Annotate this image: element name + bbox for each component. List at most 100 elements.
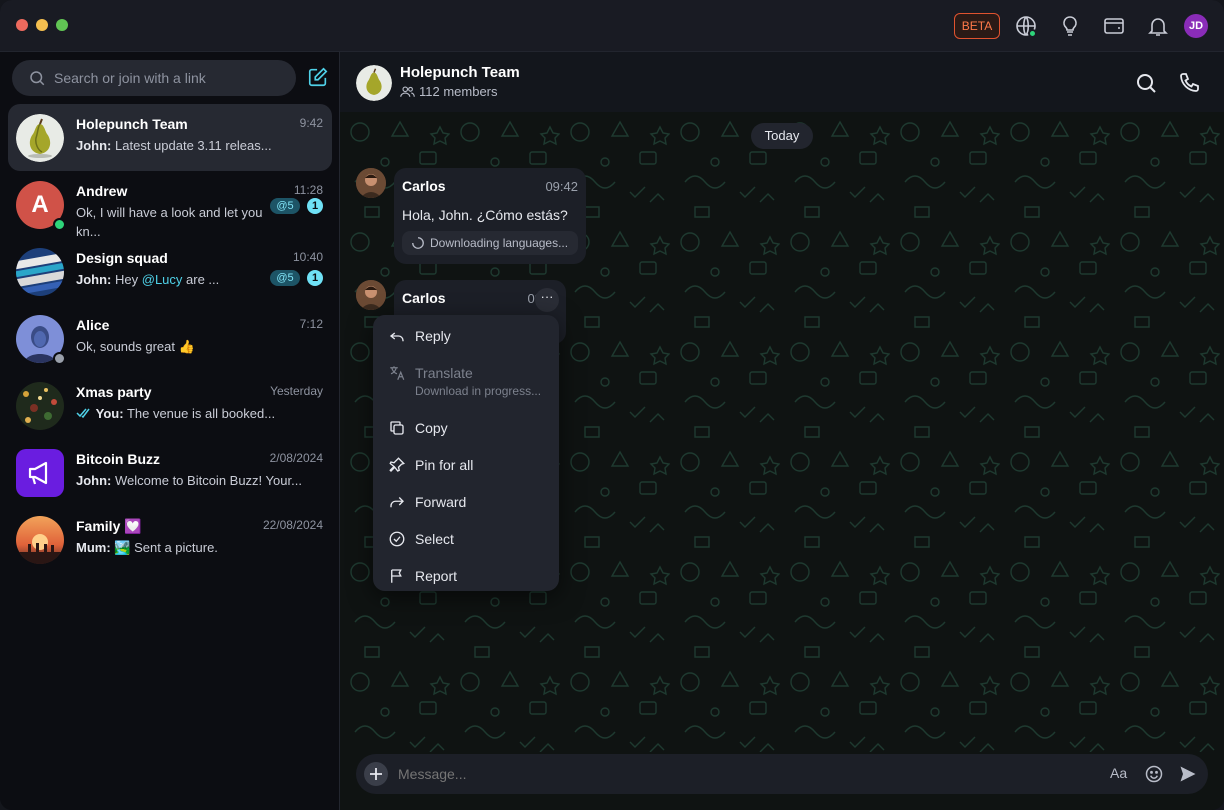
chat-name: Design squad: [76, 250, 168, 266]
mention-link[interactable]: @Lucy: [142, 272, 183, 287]
more-options-button[interactable]: ···: [535, 288, 559, 312]
message-input[interactable]: [398, 766, 1078, 782]
message-context-menu: Reply Translate Download in progress... …: [373, 315, 559, 591]
menu-item-copy[interactable]: Copy: [373, 411, 559, 445]
menu-item-label: Reply: [415, 328, 451, 344]
message-sender[interactable]: Carlos: [402, 290, 446, 306]
avatar: [16, 449, 64, 497]
search-input[interactable]: Search or join with a link: [54, 70, 206, 86]
avatar: [16, 114, 64, 162]
chat-item-andrew[interactable]: A Andrew 11:28 Ok, I will have a look an…: [8, 171, 332, 239]
unread-badge: 1: [307, 270, 323, 286]
menu-item-pin[interactable]: Pin for all: [373, 448, 559, 482]
chat-name: Xmas party: [76, 384, 152, 400]
emoji-icon[interactable]: [1144, 764, 1164, 784]
offline-status-dot: [53, 352, 66, 365]
menu-item-forward[interactable]: Forward: [373, 485, 559, 519]
message-sender[interactable]: Carlos: [402, 178, 446, 194]
search-bar[interactable]: Search or join with a link: [12, 60, 296, 96]
message-composer: Aa: [356, 754, 1208, 794]
chat-name: Alice: [76, 317, 110, 333]
menu-item-label: Translate: [415, 365, 473, 381]
chat-item-bitcoin-buzz[interactable]: Bitcoin Buzz 2/08/2024 John: Welcome to …: [8, 439, 332, 506]
avatar: [16, 248, 64, 296]
user-avatar[interactable]: JD: [1184, 14, 1208, 38]
beta-badge: BETA: [954, 13, 1000, 39]
text-format-button[interactable]: Aa: [1110, 765, 1130, 785]
forward-icon: [390, 497, 404, 508]
online-status-dot: [53, 218, 66, 231]
menu-item-label: Copy: [415, 420, 448, 436]
preview-text: 🏞️ Sent a picture.: [114, 540, 218, 555]
menu-item-select[interactable]: Select: [373, 522, 559, 556]
people-icon: [400, 86, 415, 97]
conversation-title: Holepunch Team: [400, 64, 520, 81]
chat-preview: John: Hey @Lucy are ...: [76, 270, 276, 289]
sender-avatar[interactable]: [356, 168, 386, 198]
check-circle-icon: [389, 531, 405, 547]
copy-icon: [390, 421, 404, 435]
menu-item-report[interactable]: Report: [373, 559, 559, 593]
chat-preview: Ok, I will have a look and let you kn...: [76, 205, 263, 239]
compose-icon[interactable]: [307, 66, 329, 88]
translation-status-text: Downloading languages...: [430, 236, 569, 250]
bell-icon[interactable]: [1146, 14, 1170, 38]
chat-time: 22/08/2024: [262, 518, 323, 532]
menu-item-label: Report: [415, 568, 458, 584]
attach-button[interactable]: [364, 762, 388, 786]
megaphone-icon: [28, 461, 48, 485]
maximize-window-button[interactable]: [56, 19, 68, 31]
mention-badge: @5: [270, 270, 300, 286]
chat-preview: You: The venue is all booked...: [76, 404, 276, 423]
chat-time: 10:40: [292, 250, 323, 264]
read-receipt-icon: [76, 408, 90, 419]
phone-icon[interactable]: [1178, 71, 1202, 95]
chat-item-family[interactable]: Family 💟 22/08/2024 Mum: 🏞️ Sent a pictu…: [8, 506, 332, 573]
app-window: BETA JD Search or join with a link Holep…: [0, 0, 1224, 810]
translation-status: Downloading languages...: [402, 231, 578, 255]
menu-item-label: Pin for all: [415, 457, 474, 473]
chat-name: Family 💟: [76, 518, 142, 534]
member-count-text: 112 members: [419, 84, 498, 99]
chat-item-xmas-party[interactable]: Xmas party Yesterday You: The venue is a…: [8, 372, 332, 439]
message-bubble[interactable]: Carlos 09:42 Hola, John. ¿Cómo estás? Do…: [394, 168, 586, 264]
search-icon[interactable]: [1134, 71, 1158, 95]
chat-time: Yesterday: [270, 384, 323, 398]
wallet-icon[interactable]: [1102, 14, 1126, 38]
unread-badge: 1: [307, 198, 323, 214]
preview-sender: John:: [76, 473, 112, 488]
title-bar: BETA JD: [0, 0, 1224, 52]
chat-item-alice[interactable]: Alice 7:12 Ok, sounds great 👍: [8, 305, 332, 372]
lightbulb-icon[interactable]: [1058, 14, 1082, 38]
message-text: Hola, John. ¿Cómo estás?: [402, 207, 568, 223]
preview-text: Latest update 3.11 releas...: [115, 138, 272, 153]
network-status-dot: [1028, 29, 1037, 38]
chat-preview: Ok, sounds great 👍: [76, 339, 195, 354]
chat-preview: John: Welcome to Bitcoin Buzz! Your...: [76, 471, 316, 490]
mention-badge: @5: [270, 198, 300, 214]
preview-text: Hey: [115, 272, 142, 287]
menu-item-translate: Translate Download in progress...: [373, 356, 559, 404]
loading-spinner-icon: [412, 237, 424, 249]
chat-name: Holepunch Team: [76, 116, 188, 132]
sender-avatar[interactable]: [356, 280, 386, 310]
preview-sender: You:: [95, 406, 124, 421]
avatar: [16, 382, 64, 430]
preview-text: Welcome to Bitcoin Buzz! Your...: [115, 473, 302, 488]
chat-item-holepunch-team[interactable]: Holepunch Team 9:42 John: Latest update …: [8, 104, 332, 171]
send-icon[interactable]: [1178, 764, 1198, 784]
pin-icon: [389, 457, 405, 472]
flag-icon: [391, 569, 402, 583]
avatar: [16, 516, 64, 564]
menu-item-sublabel: Download in progress...: [415, 384, 542, 398]
menu-item-reply[interactable]: Reply: [373, 319, 559, 353]
chat-item-design-squad[interactable]: Design squad 10:40 John: Hey @Lucy are .…: [8, 238, 332, 305]
group-avatar[interactable]: [356, 65, 392, 101]
search-icon: [30, 71, 45, 86]
chat-sidebar: Search or join with a link Holepunch Tea…: [0, 52, 340, 810]
conversation-pane: Holepunch Team 112 members Today Carlos …: [340, 52, 1224, 810]
chat-name: Bitcoin Buzz: [76, 451, 160, 467]
close-window-button[interactable]: [16, 19, 28, 31]
preview-sender: John:: [76, 272, 112, 287]
minimize-window-button[interactable]: [36, 19, 48, 31]
